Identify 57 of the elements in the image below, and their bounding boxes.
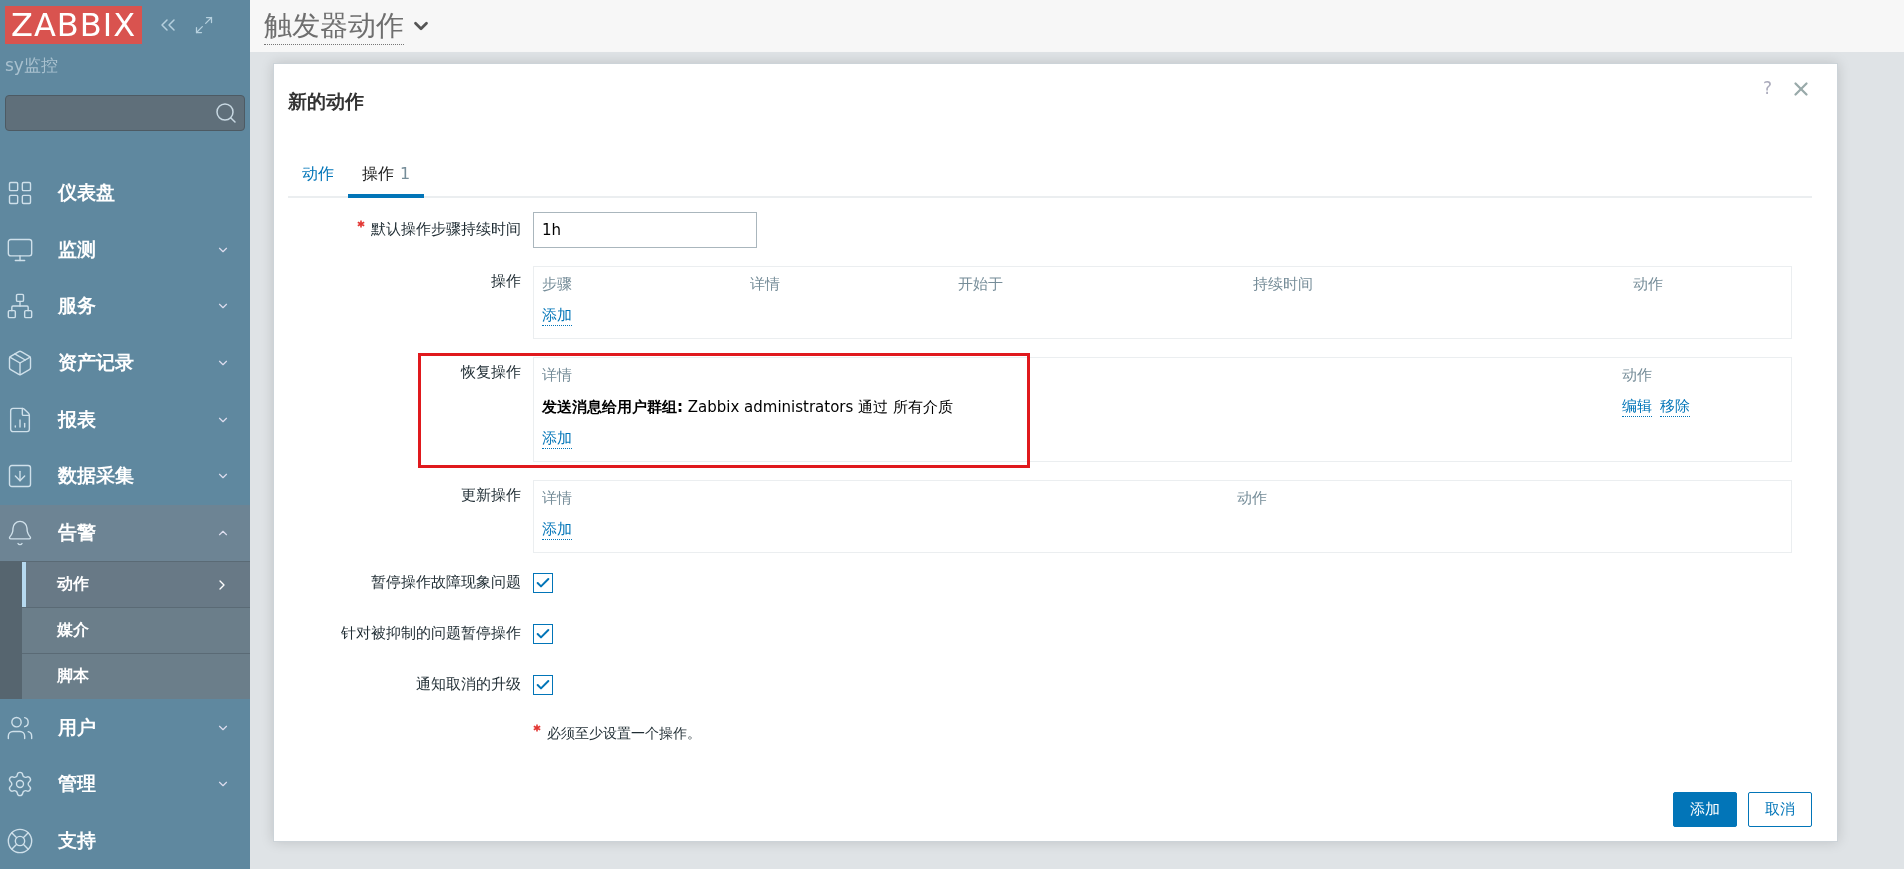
menu-item[interactable]: 管理 — [0, 755, 250, 813]
column-header: 开始于 — [958, 275, 1004, 294]
column-header: 详情 — [542, 366, 573, 385]
column-header: 动作 — [1237, 489, 1268, 508]
menu-item[interactable]: 数据采集 — [0, 448, 250, 505]
add-link[interactable]: 添加 — [542, 520, 572, 540]
column-header: 动作 — [1633, 275, 1664, 294]
field-label: 默认操作步骤持续时间 — [357, 220, 521, 238]
action-link[interactable]: 编辑 — [1622, 397, 1652, 417]
page-title[interactable]: 触发器动作 — [264, 7, 404, 45]
tab[interactable]: 动作 — [288, 154, 348, 198]
logo: ZABBIX — [5, 6, 143, 44]
menu-icon — [6, 770, 34, 799]
field-label: 通知取消的升级 — [415, 674, 521, 695]
menu-icon — [6, 349, 34, 378]
add-link[interactable]: 添加 — [542, 429, 572, 449]
server-name: sy监控 — [4, 54, 59, 77]
menu-icon — [6, 292, 34, 321]
menu-item[interactable]: 资产记录 — [0, 334, 250, 392]
add-link[interactable]: 添加 — [542, 306, 572, 326]
tab-count: 1 — [400, 164, 411, 183]
menu-item[interactable]: 报表 — [0, 391, 250, 448]
menu-item[interactable]: 仪表盘 — [0, 164, 250, 222]
menu-icon — [6, 826, 34, 855]
field-label: 针对被抑制的问题暂停操作 — [340, 623, 521, 644]
menu-item[interactable]: 监测 — [0, 221, 250, 279]
field-label: 操作 — [490, 271, 521, 292]
field-label: 更新操作 — [460, 485, 521, 506]
column-header: 详情 — [542, 489, 573, 508]
menu-item[interactable]: 用户 — [0, 699, 250, 756]
column-header: 动作 — [1622, 366, 1653, 385]
operation-detail: 发送消息给用户群组: Zabbix administrators 通过 所有介质 — [542, 397, 954, 417]
input-field[interactable]: 1h — [533, 212, 757, 248]
dialog-title: 新的动作 — [288, 89, 365, 114]
menu-item[interactable]: 服务 — [0, 278, 250, 335]
tab[interactable]: 操作 1 — [348, 154, 425, 198]
search-icon[interactable] — [214, 101, 238, 125]
submenu-item[interactable]: 动作 — [22, 561, 250, 608]
cancel-button[interactable]: 取消 — [1748, 792, 1812, 827]
required-icon — [533, 724, 541, 732]
menu-item[interactable]: 支持 — [0, 812, 250, 869]
search-field[interactable] — [5, 95, 245, 131]
checkbox[interactable] — [533, 624, 553, 644]
checkbox[interactable] — [533, 573, 553, 593]
expand-icon[interactable] — [194, 15, 215, 35]
field-label: 恢复操作 — [459, 362, 521, 383]
checkbox[interactable] — [533, 675, 553, 695]
menu-item[interactable]: 告警 — [0, 504, 250, 562]
required-note: 必须至少设置一个操作。 — [547, 724, 701, 741]
action-link[interactable]: 移除 — [1660, 397, 1690, 417]
help-link[interactable]: ? — [1762, 78, 1772, 98]
column-header: 步骤 — [542, 275, 573, 294]
column-header: 详情 — [750, 275, 781, 294]
add-button[interactable]: 添加 — [1673, 792, 1737, 827]
field-label: 暂停操作故障现象问题 — [370, 572, 521, 593]
column-header: 持续时间 — [1253, 275, 1314, 294]
menu-icon — [6, 518, 34, 547]
